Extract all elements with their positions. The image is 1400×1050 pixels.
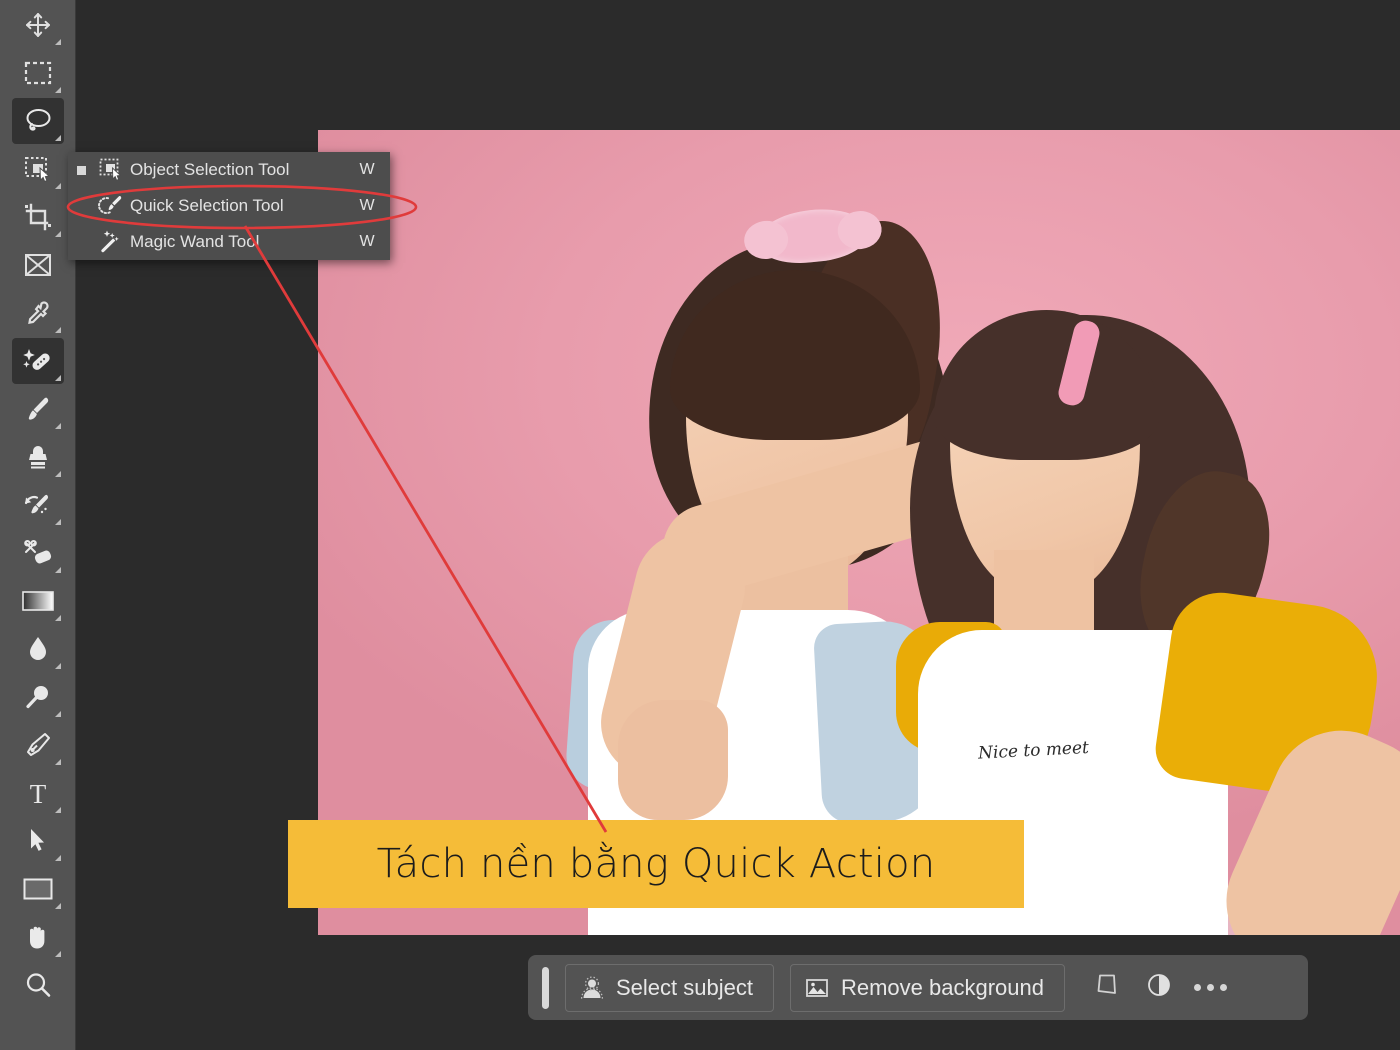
- tool-blur[interactable]: [12, 626, 64, 672]
- tool-move[interactable]: [12, 2, 64, 48]
- eraser-icon: [24, 539, 52, 564]
- tool-expand-corner[interactable]: [55, 39, 61, 45]
- tool-dodge[interactable]: [12, 674, 64, 720]
- history-brush-icon: [24, 494, 49, 514]
- remove-background-label: Remove background: [840, 974, 1044, 1000]
- tool-expand-corner[interactable]: [55, 183, 61, 189]
- tool-expand-corner[interactable]: [55, 375, 61, 381]
- tool-expand-corner[interactable]: [55, 327, 61, 333]
- blur-droplet-icon: [30, 637, 46, 660]
- adjustment-button[interactable]: [1133, 964, 1185, 1012]
- tool-frame[interactable]: [12, 242, 64, 288]
- clone-stamp-icon: [29, 446, 47, 469]
- svg-text:T: T: [30, 779, 47, 807]
- more-options-button[interactable]: [1185, 964, 1237, 1012]
- selection-tools-flyout[interactable]: Object Selection Tool W Quick Selection …: [68, 152, 390, 260]
- tool-expand-corner[interactable]: [55, 87, 61, 93]
- tool-path-selection[interactable]: [12, 818, 64, 864]
- tool-expand-corner[interactable]: [55, 663, 61, 669]
- crop-icon: [25, 203, 51, 231]
- document-canvas[interactable]: Nice to Nice to meet: [318, 130, 1400, 935]
- ellipsis-icon: [1194, 984, 1228, 991]
- tool-expand-corner[interactable]: [55, 519, 61, 525]
- tool-expand-corner[interactable]: [55, 855, 61, 861]
- subject-a-hand: [618, 700, 728, 820]
- gradient-icon: [22, 591, 54, 611]
- tool-crop[interactable]: [12, 194, 64, 240]
- lasso-icon: [26, 109, 51, 131]
- flyout-item-shortcut: W: [359, 197, 375, 214]
- zoom-magnifier-icon: [26, 973, 51, 997]
- frame-icon: [25, 254, 51, 276]
- tool-expand-corner[interactable]: [55, 615, 61, 621]
- photo-image: Nice to Nice to meet: [318, 130, 1400, 935]
- tool-expand-corner[interactable]: [55, 567, 61, 573]
- person-silhouette-icon: [580, 975, 604, 1000]
- tool-clone-stamp[interactable]: [12, 434, 64, 480]
- tool-expand-corner[interactable]: [55, 423, 61, 429]
- tool-expand-corner[interactable]: [55, 903, 61, 909]
- tool-expand-corner[interactable]: [55, 759, 61, 765]
- tool-eyedropper[interactable]: [12, 290, 64, 336]
- tool-type[interactable]: T: [12, 770, 64, 816]
- photoshop-window: Nice to Nice to meet: [0, 0, 1400, 1050]
- flyout-item-quick-selection-tool[interactable]: Quick Selection Tool W: [68, 188, 390, 224]
- quick-selection-icon: [94, 194, 130, 218]
- selected-indicator: [68, 165, 94, 175]
- tool-expand-corner[interactable]: [55, 951, 61, 957]
- half-filled-circle-icon: [1145, 971, 1173, 1004]
- contextual-task-bar[interactable]: Select subject Remove background: [528, 955, 1308, 1020]
- brush-icon: [28, 397, 49, 420]
- tool-expand-corner[interactable]: [55, 711, 61, 717]
- rectangular-marquee-icon: [24, 61, 52, 85]
- tool-expand-corner[interactable]: [55, 135, 61, 141]
- remove-background-button[interactable]: Remove background: [789, 963, 1065, 1012]
- select-subject-button[interactable]: Select subject: [565, 963, 774, 1012]
- caption-banner: Tách nền bằng Quick Action: [288, 820, 1024, 908]
- transform-selection-button[interactable]: [1081, 964, 1133, 1012]
- object-selection-icon: [25, 157, 51, 183]
- path-selection-arrow-icon: [31, 829, 44, 851]
- tool-expand-corner[interactable]: [55, 807, 61, 813]
- pen-icon: [27, 733, 50, 756]
- tool-history-brush[interactable]: [12, 482, 64, 528]
- flyout-item-shortcut: W: [359, 161, 375, 178]
- flyout-item-label: Quick Selection Tool: [130, 196, 284, 215]
- move-icon: [26, 13, 50, 37]
- select-subject-label: Select subject: [616, 974, 753, 1000]
- flyout-item-shortcut: W: [359, 233, 375, 250]
- tools-panel[interactable]: T: [0, 0, 76, 1050]
- tool-pen[interactable]: [12, 722, 64, 768]
- magic-wand-icon: [94, 230, 130, 254]
- task-bar-drag-handle[interactable]: [542, 966, 549, 1009]
- rectangle-icon: [23, 878, 53, 900]
- dodge-icon: [26, 686, 48, 709]
- tool-gradient[interactable]: [12, 578, 64, 624]
- tool-expand-corner[interactable]: [55, 231, 61, 237]
- spot-healing-brush-icon: [23, 349, 50, 370]
- tool-brush[interactable]: [12, 386, 64, 432]
- tool-spot-healing-brush[interactable]: [12, 338, 64, 384]
- tool-lasso[interactable]: [12, 98, 64, 144]
- image-mountain-icon: [805, 976, 829, 1000]
- flyout-item-label: Object Selection Tool: [130, 160, 290, 179]
- flyout-item-object-selection-tool[interactable]: Object Selection Tool W: [68, 152, 390, 188]
- tool-object-selection[interactable]: [12, 146, 64, 192]
- tool-hand[interactable]: [12, 914, 64, 960]
- transform-quad-icon: [1094, 972, 1120, 1003]
- eyedropper-icon: [28, 301, 49, 324]
- flyout-item-label: Magic Wand Tool: [130, 232, 260, 251]
- hand-icon: [30, 926, 45, 949]
- tool-rectangular-marquee[interactable]: [12, 50, 64, 96]
- tool-rectangle[interactable]: [12, 866, 64, 912]
- tool-eraser[interactable]: [12, 530, 64, 576]
- flyout-item-magic-wand-tool[interactable]: Magic Wand Tool W: [68, 224, 390, 260]
- caption-text: Tách nền bằng Quick Action: [376, 841, 936, 887]
- tool-zoom[interactable]: [12, 962, 64, 1008]
- tool-expand-corner[interactable]: [55, 471, 61, 477]
- type-icon: T: [30, 779, 47, 807]
- object-selection-icon: [94, 158, 130, 182]
